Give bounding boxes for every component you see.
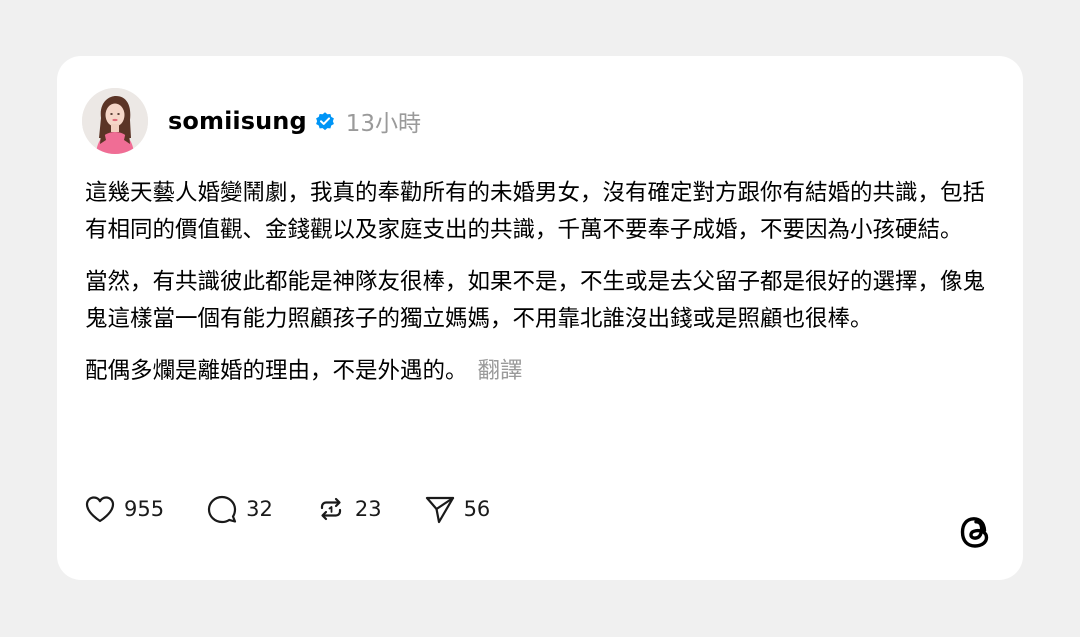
post-header: somiisung 13小時 [82, 88, 421, 154]
post-paragraph-3-text: 配偶多爛是離婚的理由，不是外遇的。 [85, 358, 468, 384]
translate-link[interactable]: 翻譯 [478, 358, 523, 384]
comment-count: 32 [246, 497, 273, 521]
repost-button[interactable]: 23 [315, 494, 382, 524]
threads-logo-icon[interactable] [955, 510, 995, 554]
post-actions: 955 32 23 56 [84, 491, 532, 527]
comment-button[interactable]: 32 [206, 494, 273, 524]
share-count: 56 [463, 497, 491, 521]
avatar-image [82, 88, 148, 154]
repost-icon [320, 497, 341, 521]
share-button[interactable]: 56 [424, 494, 491, 524]
post-paragraph-2: 當然，有共識彼此都能是神隊友很棒，如果不是，不生或是去父留子都是很好的選擇，像鬼… [85, 269, 986, 332]
like-button[interactable]: 955 [84, 494, 164, 524]
username[interactable]: somiisung [168, 107, 307, 135]
post-body: 這幾天藝人婚變鬧劇，我真的奉勸所有的未婚男女，沒有確定對方跟你有結婚的共識，包括… [85, 175, 985, 406]
avatar[interactable] [82, 88, 148, 154]
heart-icon [85, 496, 115, 523]
verified-badge-icon [314, 110, 336, 132]
post-card: somiisung 13小時 這幾天藝人婚變鬧劇，我真的奉勸所有的未婚男女，沒有… [57, 56, 1023, 580]
comment-bubble-icon [207, 495, 237, 524]
post-paragraph-1: 這幾天藝人婚變鬧劇，我真的奉勸所有的未婚男女，沒有確定對方跟你有結婚的共識，包括… [85, 180, 986, 243]
post-paragraph-3: 配偶多爛是離婚的理由，不是外遇的。 翻譯 [85, 353, 985, 390]
post-timestamp[interactable]: 13小時 [346, 104, 421, 138]
like-count: 955 [124, 497, 165, 521]
send-icon [425, 496, 454, 524]
repost-count: 23 [354, 497, 382, 521]
